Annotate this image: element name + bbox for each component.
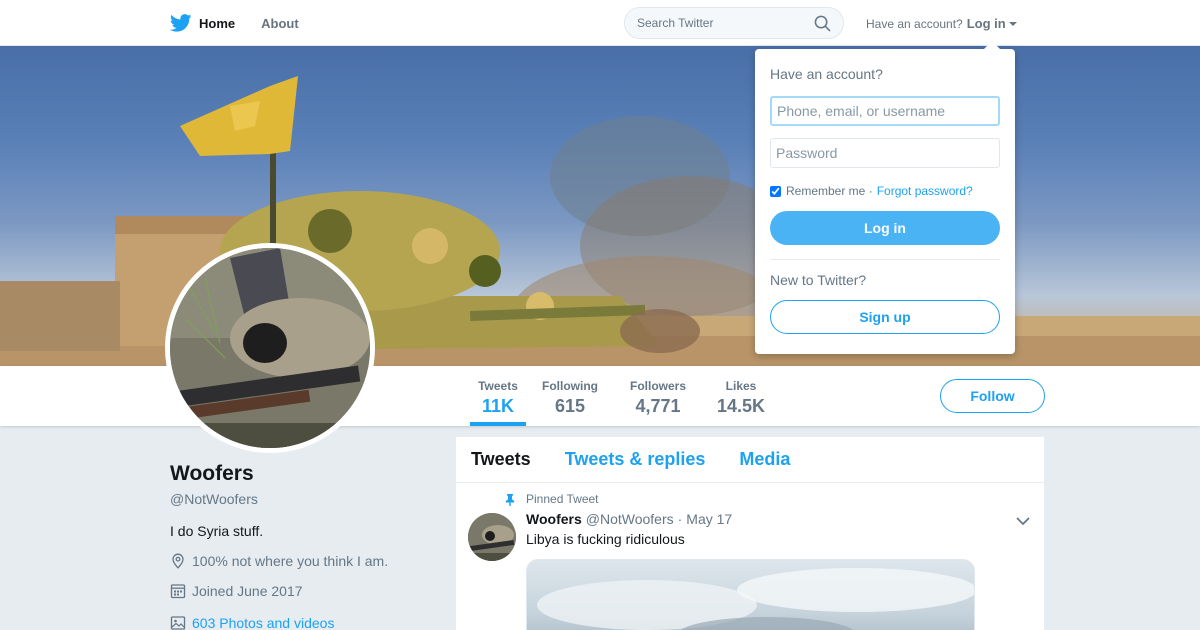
profile-name[interactable]: Woofers [170, 462, 440, 486]
twitter-bird-icon [170, 14, 192, 32]
joined-text: Joined June 2017 [192, 583, 303, 599]
new-to-twitter: New to Twitter? [770, 272, 867, 288]
tweet[interactable]: Pinned Tweet Woofers @NotWoofers · May 1… [456, 483, 1044, 630]
profile-joined: Joined June 2017 [170, 583, 440, 599]
tweet-avatar-image [468, 513, 516, 561]
follow-button[interactable]: Follow [940, 379, 1045, 413]
photos-videos-label[interactable]: 603 Photos and videos [192, 615, 334, 630]
photos-videos-link[interactable]: 603 Photos and videos [170, 615, 440, 630]
timeline-tabs: Tweets Tweets & replies Media [456, 437, 1044, 483]
search-box[interactable] [624, 7, 844, 39]
tweet-header: Woofers @NotWoofers · May 17 [526, 511, 1044, 527]
tweet-media-image [537, 568, 974, 630]
stat-label: Likes [725, 379, 757, 393]
search-icon[interactable] [814, 15, 831, 32]
calendar-icon [170, 584, 186, 599]
about-label: About [261, 15, 299, 31]
location-text: 100% not where you think I am. [192, 553, 389, 569]
search-input[interactable] [637, 16, 814, 30]
stat-tweets[interactable]: Tweets 11K [470, 366, 526, 426]
profile-location: 100% not where you think I am. [170, 553, 440, 569]
caret-down-icon [1008, 21, 1017, 26]
stat-followers[interactable]: Followers 4,771 [629, 366, 687, 426]
tweet-date[interactable]: May 17 [686, 511, 732, 527]
nav-links: Home About [170, 0, 325, 46]
avatar[interactable] [165, 243, 375, 453]
dropdown-title: Have an account? [770, 66, 883, 82]
avatar-image [170, 248, 370, 448]
home-label: Home [199, 15, 236, 31]
remember-row: Remember me · Forgot password? [770, 184, 1000, 198]
tab-media[interactable]: Media [739, 449, 790, 470]
stat-likes[interactable]: Likes 14.5K [716, 366, 766, 426]
image-icon [170, 616, 186, 630]
location-icon [172, 553, 184, 569]
chevron-down-icon[interactable] [1016, 517, 1030, 526]
pinned-text: Pinned Tweet [526, 492, 599, 506]
password-field[interactable] [770, 138, 1000, 168]
stat-following[interactable]: Following 615 [541, 366, 599, 426]
pinned-label: Pinned Tweet [504, 492, 1044, 506]
divider [770, 259, 1000, 260]
stat-value: 615 [554, 396, 586, 416]
about-link[interactable]: About [261, 16, 299, 31]
tab-tweets-replies[interactable]: Tweets & replies [565, 449, 706, 470]
login-dropdown: Have an account? Remember me · Forgot pa… [755, 41, 1015, 354]
home-link[interactable]: Home [170, 14, 235, 32]
signup-button[interactable]: Sign up [770, 300, 1000, 334]
stat-value: 4,771 [635, 396, 681, 416]
top-nav: Home About Have an account? Log in [0, 0, 1200, 46]
stat-label: Tweets [478, 379, 518, 393]
profile-card: Woofers @NotWoofers I do Syria stuff. 10… [170, 462, 440, 630]
remember-checkbox[interactable] [770, 185, 781, 197]
login-button[interactable]: Log in [770, 211, 1000, 245]
stat-label: Followers [629, 379, 686, 393]
profile-bio: I do Syria stuff. [170, 523, 264, 539]
username-field[interactable] [770, 96, 1000, 126]
login-link[interactable]: Log in [967, 16, 1006, 31]
tab-tweets[interactable]: Tweets [471, 449, 531, 470]
tweet-author-handle[interactable]: @NotWoofers [586, 511, 674, 527]
stat-value: 11K [481, 396, 515, 416]
tweet-author-name[interactable]: Woofers [526, 511, 582, 527]
tweet-media[interactable] [526, 559, 975, 630]
tweet-avatar[interactable] [468, 513, 516, 561]
stat-label: Following [542, 379, 598, 393]
profile-handle[interactable]: @NotWoofers [170, 491, 440, 507]
remember-label: Remember me · [786, 184, 873, 198]
tweet-separator: · [677, 511, 683, 527]
have-account-text: Have an account? [866, 16, 963, 31]
stat-value: 14.5K [716, 396, 766, 416]
pin-icon [505, 493, 515, 506]
timeline: Tweets Tweets & replies Media Pinned Twe… [456, 437, 1044, 630]
login-toggle[interactable]: Have an account? Log in [866, 16, 1017, 31]
forgot-password-link[interactable]: Forgot password? [877, 184, 973, 198]
tweet-text: Libya is fucking ridiculous [526, 531, 685, 547]
